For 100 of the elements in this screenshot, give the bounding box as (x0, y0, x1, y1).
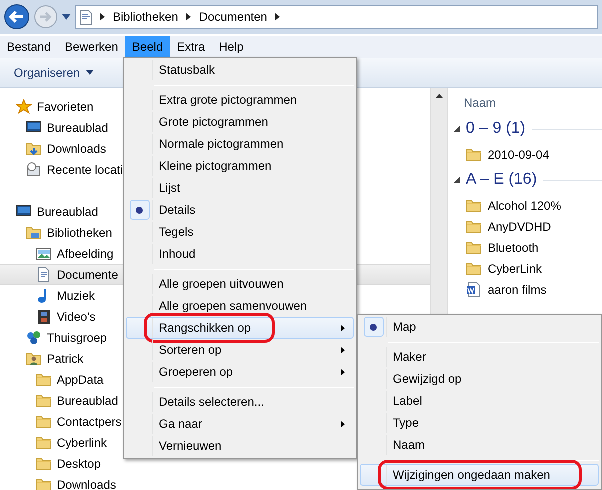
image-icon (36, 246, 52, 262)
scroll-up-icon[interactable] (436, 94, 442, 98)
menu-item-label: Lijst (159, 180, 180, 197)
tree-item-label: Cyberlink (57, 434, 108, 452)
submenu-arrow-icon (341, 346, 345, 354)
column-header[interactable]: Naam (464, 92, 602, 114)
menu-item-label: Inhoud (159, 246, 196, 263)
folder-icon (36, 476, 52, 490)
menu-item-label: Maker (393, 349, 426, 366)
submenu-arrow-icon (341, 368, 345, 376)
menu-item[interactable]: Tegels (126, 221, 354, 243)
group-header[interactable]: 0 – 9 (1) (466, 117, 526, 141)
menu-item-label: Sorteren op (159, 342, 222, 359)
tree-item-label: Patrick (47, 350, 84, 368)
breadcrumb[interactable]: Bibliotheken (113, 8, 178, 26)
tree-item[interactable]: Desktop (0, 453, 102, 474)
tree-item[interactable]: AppData (0, 369, 104, 390)
menu-bar-item[interactable]: Help (212, 36, 251, 58)
address-field[interactable]: Bibliotheken Documenten (75, 5, 598, 29)
menu-item[interactable]: Inhoud (126, 243, 354, 265)
menu-item[interactable]: Label (360, 390, 599, 412)
menu-bar-item[interactable]: Extra (170, 36, 212, 58)
tree-item-label: Thuisgroep (47, 330, 108, 346)
tree-item[interactable]: Downloads (0, 138, 106, 159)
menu-item[interactable]: Map (360, 316, 599, 338)
homegroup-icon (26, 330, 42, 346)
menu-item[interactable]: Kleine pictogrammen (126, 155, 354, 177)
tree-item[interactable]: Muziek (0, 285, 96, 306)
menu-item[interactable]: Alle groepen uitvouwen (126, 273, 354, 295)
tree-item-label: Video's (57, 308, 96, 326)
menu-item-label: Tegels (159, 224, 194, 241)
menu-item[interactable]: Wijzigingen ongedaan maken (360, 464, 599, 486)
file-name[interactable]: CyberLink (488, 260, 542, 278)
menu-item-label: Groeperen op (159, 364, 234, 381)
menu-item[interactable]: Sorteren op (126, 339, 354, 361)
menu-item[interactable]: Gewijzigd op (360, 368, 599, 390)
folder-icon (466, 218, 482, 234)
tree-item[interactable]: Contactpers (0, 411, 122, 432)
menu-item-label: Alle groepen uitvouwen (159, 276, 284, 293)
download-folder-icon (26, 140, 42, 156)
tree-item[interactable]: Afbeelding (0, 243, 114, 264)
tree-item[interactable]: Video's (0, 306, 96, 327)
tree-item-label: Favorieten (37, 98, 94, 116)
collapse-icon[interactable] (454, 177, 460, 183)
menu-item[interactable]: Normale pictogrammen (126, 133, 354, 155)
file-name[interactable]: 2010-09-04 (488, 146, 550, 164)
menu-item[interactable]: Details selecteren... (126, 391, 354, 413)
file-name[interactable]: AnyDVDHD (488, 218, 552, 236)
tree-item[interactable]: Favorieten (0, 96, 94, 117)
organize-button[interactable]: Organiseren (14, 64, 94, 82)
tree-item[interactable]: Thuisgroep (0, 327, 108, 348)
menu-item[interactable]: Vernieuwen (126, 435, 354, 457)
menu-item[interactable]: Grote pictogrammen (126, 111, 354, 133)
star-icon (16, 98, 32, 114)
menu-item[interactable]: Extra grote pictogrammen (126, 89, 354, 111)
menu-item[interactable]: Rangschikken op (126, 317, 354, 339)
tree-item[interactable]: Cyberlink (0, 432, 108, 453)
menu-item[interactable]: Type (360, 412, 599, 434)
tree-item[interactable]: Patrick (0, 348, 84, 369)
tree-item[interactable]: Bibliotheken (0, 222, 112, 243)
group-header[interactable]: A – E (16) (466, 168, 538, 192)
menu-item[interactable]: Details (126, 199, 354, 221)
menu-bar-item[interactable]: Bestand (0, 36, 58, 58)
menu-item-label: Details (159, 202, 196, 219)
folder-icon (36, 434, 52, 450)
file-name[interactable]: Bluetooth (488, 238, 539, 256)
menu-bar-item[interactable]: Beeld (125, 36, 170, 58)
menu-item[interactable]: Maker (360, 346, 599, 368)
breadcrumb[interactable]: Documenten (199, 8, 268, 26)
caret-icon[interactable] (86, 70, 94, 75)
menu-item[interactable]: Ga naar (126, 413, 354, 435)
tree-item[interactable]: Bureaublad (0, 201, 98, 222)
tree-item[interactable]: Recente locati (0, 159, 124, 180)
menu-item-label: Extra grote pictogrammen (159, 92, 298, 109)
document-icon (80, 10, 92, 24)
menu-item-label: Gewijzigd op (393, 371, 462, 388)
menu-item[interactable]: Statusbalk (126, 59, 354, 81)
menu-item[interactable]: Naam (360, 434, 599, 456)
menu-bar-item[interactable]: Bewerken (58, 36, 126, 58)
menu-item[interactable]: Lijst (126, 177, 354, 199)
file-name[interactable]: Alcohol 120% (488, 196, 562, 214)
document-icon (36, 266, 52, 282)
menu-item[interactable]: Groeperen op (126, 361, 354, 383)
chevron-icon[interactable] (275, 13, 280, 21)
chevron-icon[interactable] (100, 13, 105, 21)
tree-item[interactable]: Bureaublad (0, 390, 118, 411)
file-name[interactable]: aaron films (488, 280, 547, 298)
tree-item[interactable]: Downloads (0, 474, 116, 490)
tree-item[interactable]: Bureaublad (0, 117, 108, 138)
folder-icon (466, 146, 482, 162)
collapse-icon[interactable] (454, 126, 460, 132)
submenu-arrow-icon (341, 324, 345, 332)
folder-icon (36, 392, 52, 408)
chevron-icon[interactable] (186, 13, 192, 21)
menu-item[interactable]: Alle groepen samenvouwen (126, 295, 354, 317)
folder-icon (466, 198, 482, 214)
menu-item-label: Ga naar (159, 416, 202, 433)
back-icon[interactable] (4, 4, 30, 30)
menu-item-label: Grote pictogrammen (159, 114, 268, 131)
dropdown-icon[interactable] (62, 14, 71, 20)
